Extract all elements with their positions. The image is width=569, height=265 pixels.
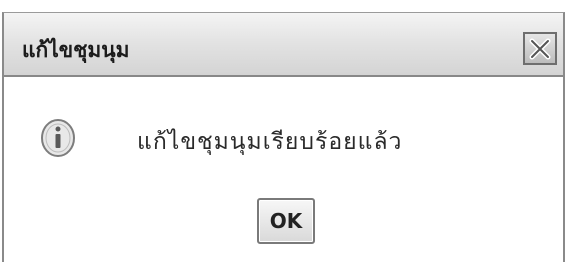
dialog-title: แก้ไขชุมนุม bbox=[22, 38, 130, 62]
close-icon bbox=[529, 38, 551, 59]
info-icon bbox=[41, 119, 75, 157]
title-bar[interactable]: แก้ไขชุมนุม bbox=[4, 13, 563, 77]
ok-button[interactable]: OK bbox=[257, 198, 315, 244]
message-dialog: แก้ไขชุมนุม แก้ไขชุมนุมเรียบร้อยแล้ว OK bbox=[2, 12, 565, 262]
dialog-message: แก้ไขชุมนุมเรียบร้อยแล้ว bbox=[137, 129, 403, 155]
close-button[interactable] bbox=[523, 32, 557, 65]
